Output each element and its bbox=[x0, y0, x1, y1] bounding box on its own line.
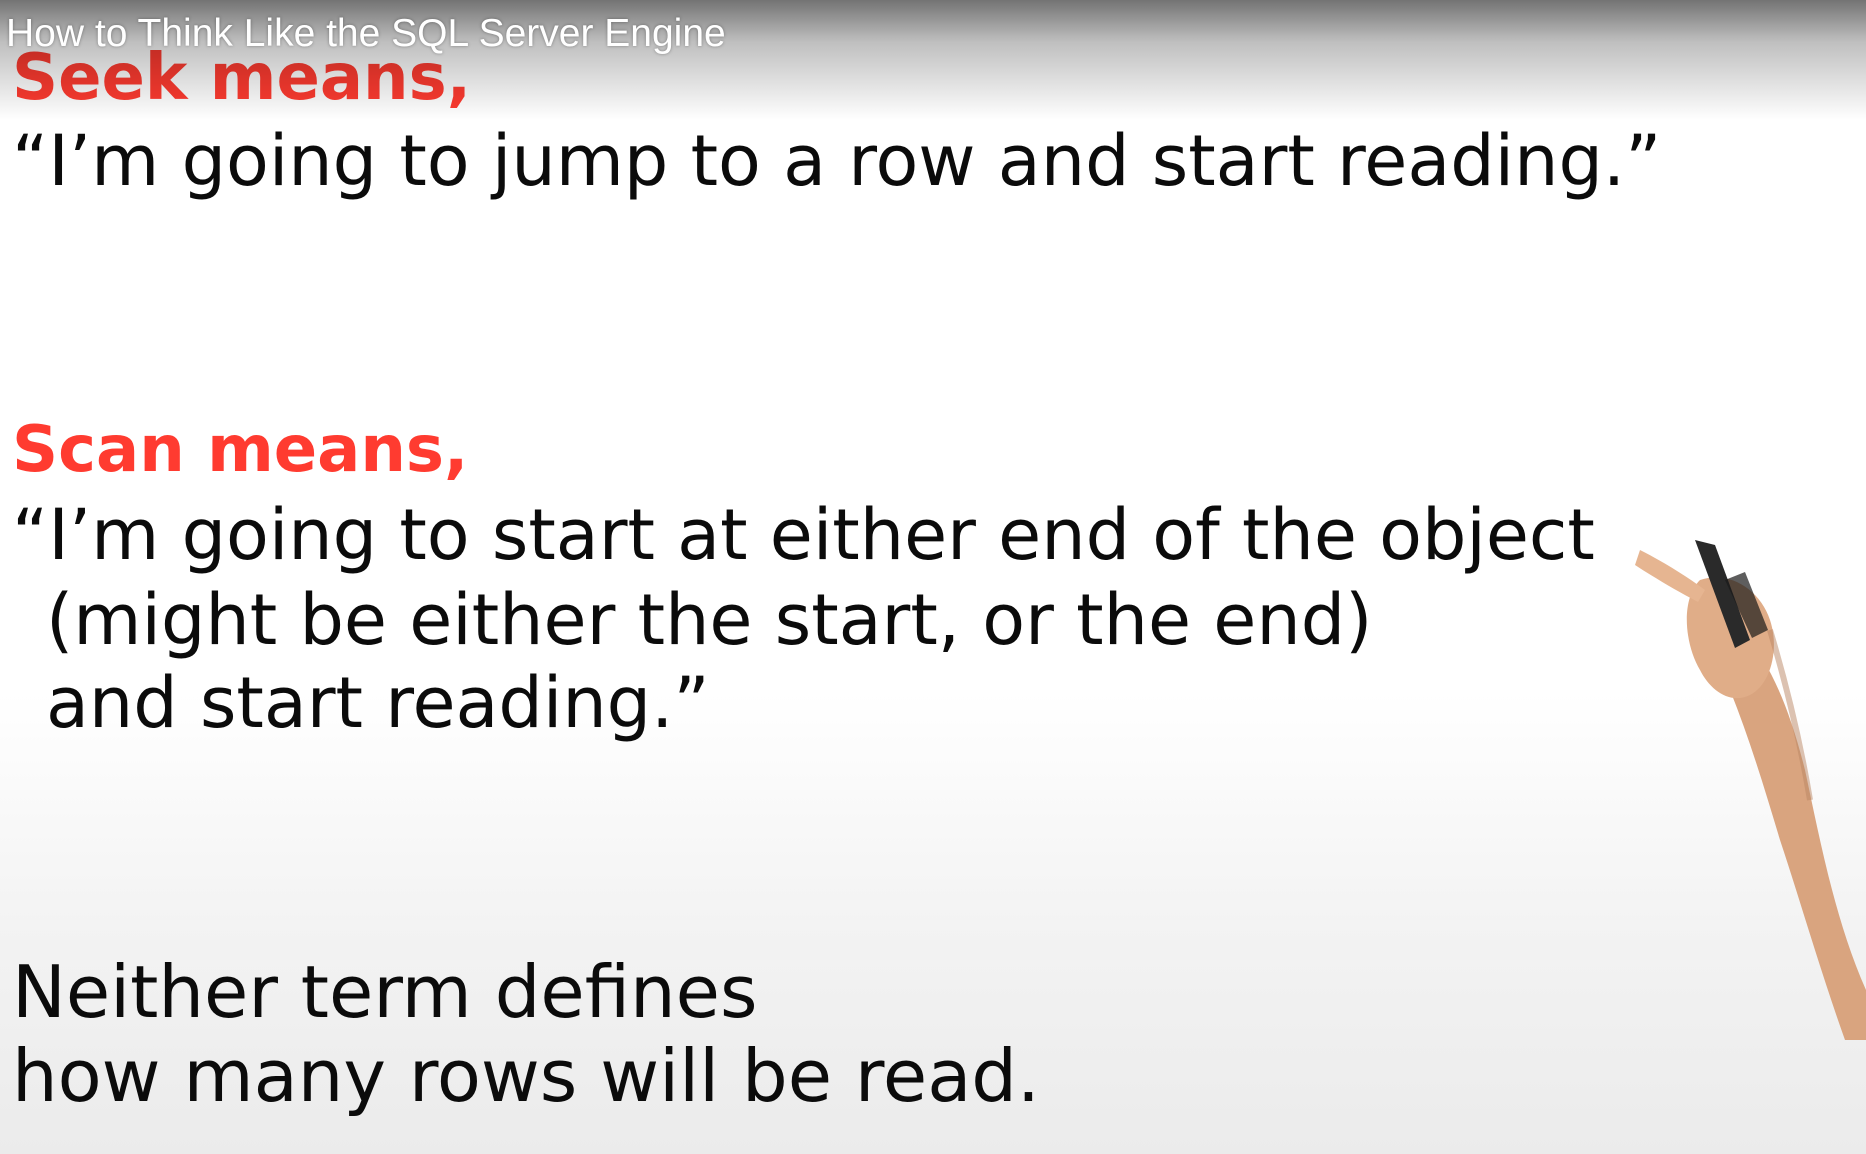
scan-heading: Scan means, bbox=[12, 413, 469, 487]
scan-quote-line: (might be either the start, or the end) bbox=[46, 579, 1373, 661]
presenter-hand-image bbox=[1635, 540, 1866, 1040]
scan-quote-line: “I’m going to start at either end of the… bbox=[12, 494, 1595, 576]
conclusion-line: Neither term defines bbox=[12, 950, 758, 1034]
scan-quote-line: and start reading.” bbox=[46, 662, 710, 744]
video-title[interactable]: How to Think Like the SQL Server Engine bbox=[6, 12, 726, 56]
video-frame[interactable]: Seek means, “I’m going to jump to a row … bbox=[0, 0, 1866, 1154]
conclusion-line: how many rows will be read. bbox=[12, 1034, 1040, 1118]
seek-quote: “I’m going to jump to a row and start re… bbox=[12, 120, 1662, 202]
